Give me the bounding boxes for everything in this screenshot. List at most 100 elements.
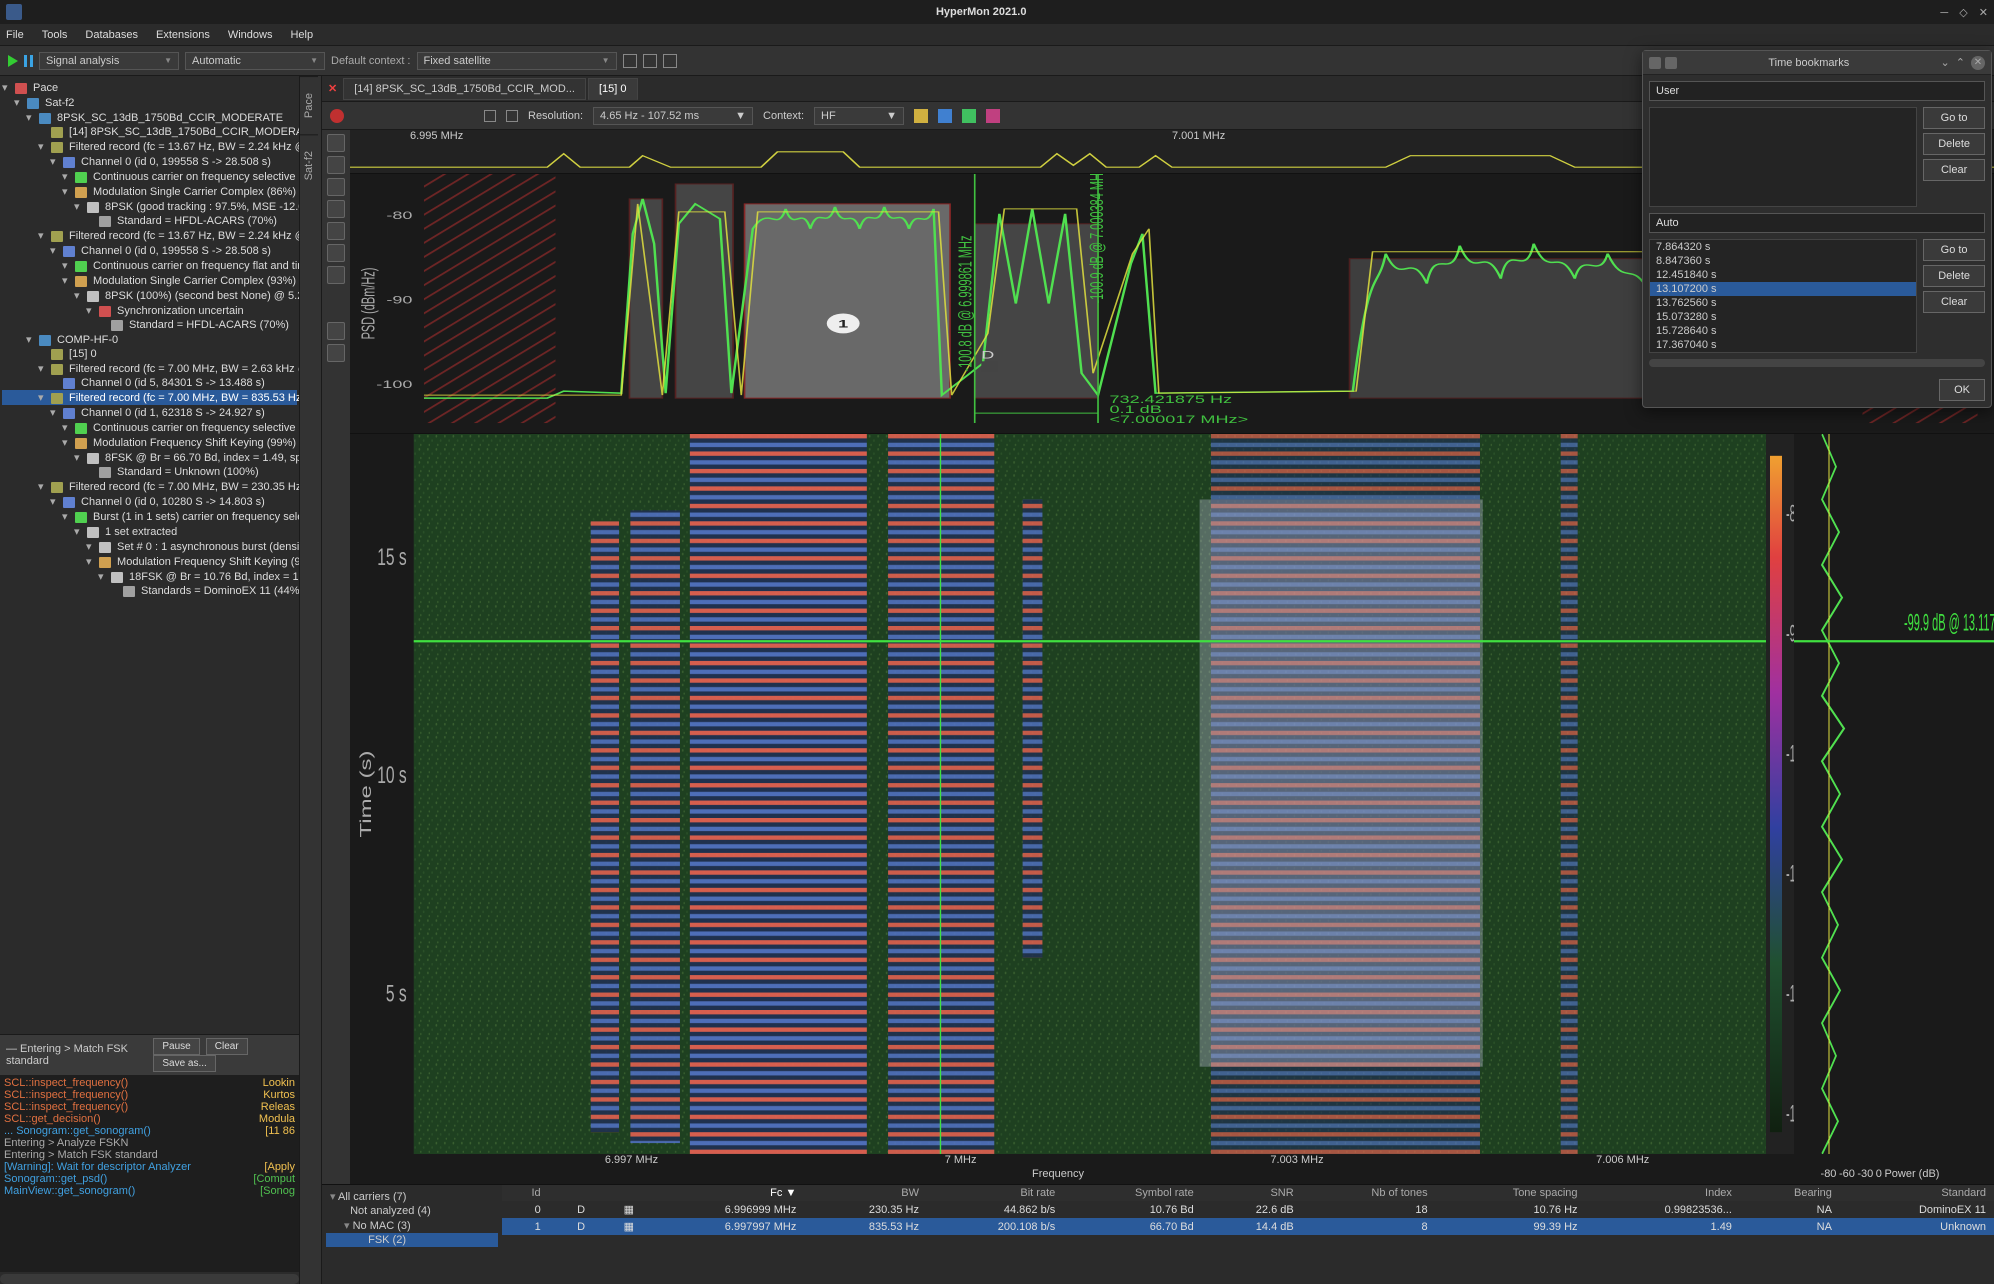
bookmark-item[interactable]: 12.451840 s xyxy=(1650,268,1916,282)
tree-node[interactable]: ▾ 8PSK (good tracking : 97.5%, MSE -12.0… xyxy=(2,199,297,214)
carrier-tree-item[interactable]: Not analyzed (4) xyxy=(326,1204,498,1218)
log-clear-button[interactable]: Clear xyxy=(206,1038,248,1055)
tree-node[interactable]: [15] 0 xyxy=(2,347,297,361)
tree-node[interactable]: ▾ Sat-f2 xyxy=(2,95,297,110)
tree-node[interactable]: ▾ Set # 0 : 1 asynchronous burst (densit… xyxy=(2,539,297,554)
tree-node[interactable]: ▾ Modulation Frequency Shift Keying (99%… xyxy=(2,435,297,450)
table-header[interactable]: Nb of tones xyxy=(1302,1185,1436,1201)
tree-node[interactable]: ▾ Pace xyxy=(2,80,297,95)
log-pause-button[interactable]: Pause xyxy=(153,1038,199,1055)
play-icon[interactable] xyxy=(8,55,18,67)
menu-extensions[interactable]: Extensions xyxy=(156,29,210,41)
vtool-2[interactable] xyxy=(327,156,345,174)
resolution-dropdown[interactable]: 4.65 Hz - 107.52 ms▼ xyxy=(593,107,753,125)
table-header[interactable]: Bearing xyxy=(1740,1185,1840,1201)
tree-node[interactable]: ▾ 8PSK (100%) (second best None) @ 5.250… xyxy=(2,288,297,303)
tree-node[interactable]: ▾ Synchronization uncertain xyxy=(2,303,297,318)
user-delete-button[interactable]: Delete xyxy=(1923,133,1985,155)
vtool-8[interactable] xyxy=(327,322,345,340)
panel-close-icon[interactable]: ✕ xyxy=(1971,56,1985,70)
save-icon[interactable] xyxy=(938,109,952,123)
table-header[interactable] xyxy=(593,1185,642,1201)
layout-icon-3[interactable] xyxy=(663,54,677,68)
tree-node[interactable]: ▾ Continuous carrier on frequency select… xyxy=(2,169,297,184)
close-all-tabs-icon[interactable]: ✕ xyxy=(328,82,337,95)
editor-tab[interactable]: [14] 8PSK_SC_13dB_1750Bd_CCIR_MOD... xyxy=(343,78,586,100)
tree-node[interactable]: ▾ Channel 0 (id 0, 199558 S -> 28.508 s) xyxy=(2,154,297,169)
user-clear-button[interactable]: Clear xyxy=(1923,159,1985,181)
pause-icon[interactable] xyxy=(24,55,33,67)
tree-node[interactable]: ▾ Continuous carrier on frequency select… xyxy=(2,420,297,435)
menu-help[interactable]: Help xyxy=(290,29,313,41)
log-saveas-button[interactable]: Save as... xyxy=(153,1055,215,1072)
vtool-6[interactable] xyxy=(327,244,345,262)
auto-bookmarks-list[interactable]: 7.864320 s8.847360 s12.451840 s13.107200… xyxy=(1649,239,1917,353)
vtab-pace[interactable]: Pace xyxy=(300,76,318,134)
auto-dropdown[interactable]: Automatic▼ xyxy=(185,52,325,70)
tree-node[interactable]: ▾ 8FSK @ Br = 66.70 Bd, index = 1.49, sp… xyxy=(2,450,297,465)
table-row[interactable]: 1D▦6.997997 MHz835.53 Hz200.108 b/s66.70… xyxy=(502,1218,1994,1235)
side-power-plot[interactable]: -99.9 dB @ 13.11744 s xyxy=(1794,434,1994,1154)
layout-icon-2[interactable] xyxy=(643,54,657,68)
tree-node[interactable]: Standard = Unknown (100%) xyxy=(2,465,297,479)
tree-node[interactable]: ▾ Modulation Single Carrier Complex (86%… xyxy=(2,184,297,199)
tree-node[interactable]: ▾ 1 set extracted xyxy=(2,524,297,539)
close-icon[interactable]: ✕ xyxy=(1979,7,1988,19)
ok-button[interactable]: OK xyxy=(1939,379,1985,401)
tree-node[interactable]: ▾ Modulation Frequency Shift Keying (99%… xyxy=(2,554,297,569)
maximize-icon[interactable]: ◇ xyxy=(1959,7,1967,19)
table-header[interactable]: Symbol rate xyxy=(1063,1185,1201,1201)
bookmark-item[interactable]: 7.864320 s xyxy=(1650,240,1916,254)
table-header[interactable]: BW xyxy=(804,1185,927,1201)
table-header[interactable]: Standard xyxy=(1840,1185,1994,1201)
table-header[interactable]: Index xyxy=(1586,1185,1740,1201)
menu-windows[interactable]: Windows xyxy=(228,29,273,41)
layout-icon-1[interactable] xyxy=(623,54,637,68)
pin-icon[interactable] xyxy=(1665,57,1677,69)
minimize-icon[interactable]: ─ xyxy=(1940,7,1948,19)
table-row[interactable]: 0D▦6.996999 MHz230.35 Hz44.862 b/s10.76 … xyxy=(502,1201,1994,1218)
vtab-sat-f2[interactable]: Sat-f2 xyxy=(300,134,318,196)
bookmark-auto-input[interactable] xyxy=(1649,213,1985,233)
tree-node[interactable]: ▾ Channel 0 (id 0, 10280 S -> 14.803 s) xyxy=(2,494,297,509)
tree-node[interactable]: Standard = HFDL-ACARS (70%) xyxy=(2,214,297,228)
editor-tab[interactable]: [15] 0 xyxy=(588,78,638,100)
analysis-mode-dropdown[interactable]: Signal analysis▼ xyxy=(39,52,179,70)
bookmark-item[interactable]: 15.073280 s xyxy=(1650,310,1916,324)
tree-node[interactable]: ▾ Filtered record (fc = 7.00 MHz, BW = 8… xyxy=(2,390,297,405)
vtool-9[interactable] xyxy=(327,344,345,362)
tree-node[interactable]: Channel 0 (id 5, 84301 S -> 13.488 s) xyxy=(2,376,297,390)
tree-node[interactable]: ▾ Burst (1 in 1 sets) carrier on frequen… xyxy=(2,509,297,524)
menu-databases[interactable]: Databases xyxy=(85,29,138,41)
table-header[interactable]: SNR xyxy=(1202,1185,1302,1201)
tree-node[interactable]: ▾ Filtered record (fc = 7.00 MHz, BW = 2… xyxy=(2,479,297,494)
panel-collapse-icon[interactable]: ⌄ xyxy=(1941,56,1950,70)
tree-node[interactable]: Standards = DominoEX 11 (44%), Do xyxy=(2,584,297,598)
tree-node[interactable]: ▾ Channel 0 (id 0, 199558 S -> 28.508 s) xyxy=(2,243,297,258)
marker-icon[interactable] xyxy=(986,109,1000,123)
vtool-3[interactable] xyxy=(327,178,345,196)
auto-goto-button[interactable]: Go to xyxy=(1923,239,1985,261)
auto-clear-button[interactable]: Clear xyxy=(1923,291,1985,313)
table-header[interactable]: Fc ▼ xyxy=(642,1185,804,1201)
menu-file[interactable]: File xyxy=(6,29,24,41)
tree-node[interactable]: ▾ Channel 0 (id 1, 62318 S -> 24.927 s) xyxy=(2,405,297,420)
panel-maximize-icon[interactable]: ⌃ xyxy=(1956,56,1965,70)
tree-node[interactable]: Standard = HFDL-ACARS (70%) xyxy=(2,318,297,332)
vtool-7[interactable] xyxy=(327,266,345,284)
table-header[interactable] xyxy=(549,1185,593,1201)
bookmarks-scrollbar[interactable] xyxy=(1649,359,1985,367)
panel-icon-1[interactable] xyxy=(1649,57,1661,69)
spectrogram-plot[interactable]: Time (s) 15 s 10 s 5 s xyxy=(350,434,1766,1154)
bookmark-item[interactable]: 15.728640 s xyxy=(1650,324,1916,338)
tree-node[interactable]: ▾ 8PSK_SC_13dB_1750Bd_CCIR_MODERATE xyxy=(2,110,297,125)
tree-node[interactable]: ▾ Filtered record (fc = 13.67 Hz, BW = 2… xyxy=(2,139,297,154)
time-bookmarks-panel[interactable]: Time bookmarks ⌄⌃✕ Go to Delete Clear 7.… xyxy=(1642,50,1992,408)
vtool-5[interactable] xyxy=(327,222,345,240)
context-dropdown[interactable]: Fixed satellite▼ xyxy=(417,52,617,70)
tree-node[interactable]: ▾ Filtered record (fc = 13.67 Hz, BW = 2… xyxy=(2,228,297,243)
carrier-tree-item[interactable]: FSK (2) xyxy=(326,1233,498,1247)
tree-node[interactable]: ▾ 18FSK @ Br = 10.76 Bd, index = 1.00, s xyxy=(2,569,297,584)
tool-icon-1[interactable] xyxy=(484,110,496,122)
menu-tools[interactable]: Tools xyxy=(42,29,68,41)
